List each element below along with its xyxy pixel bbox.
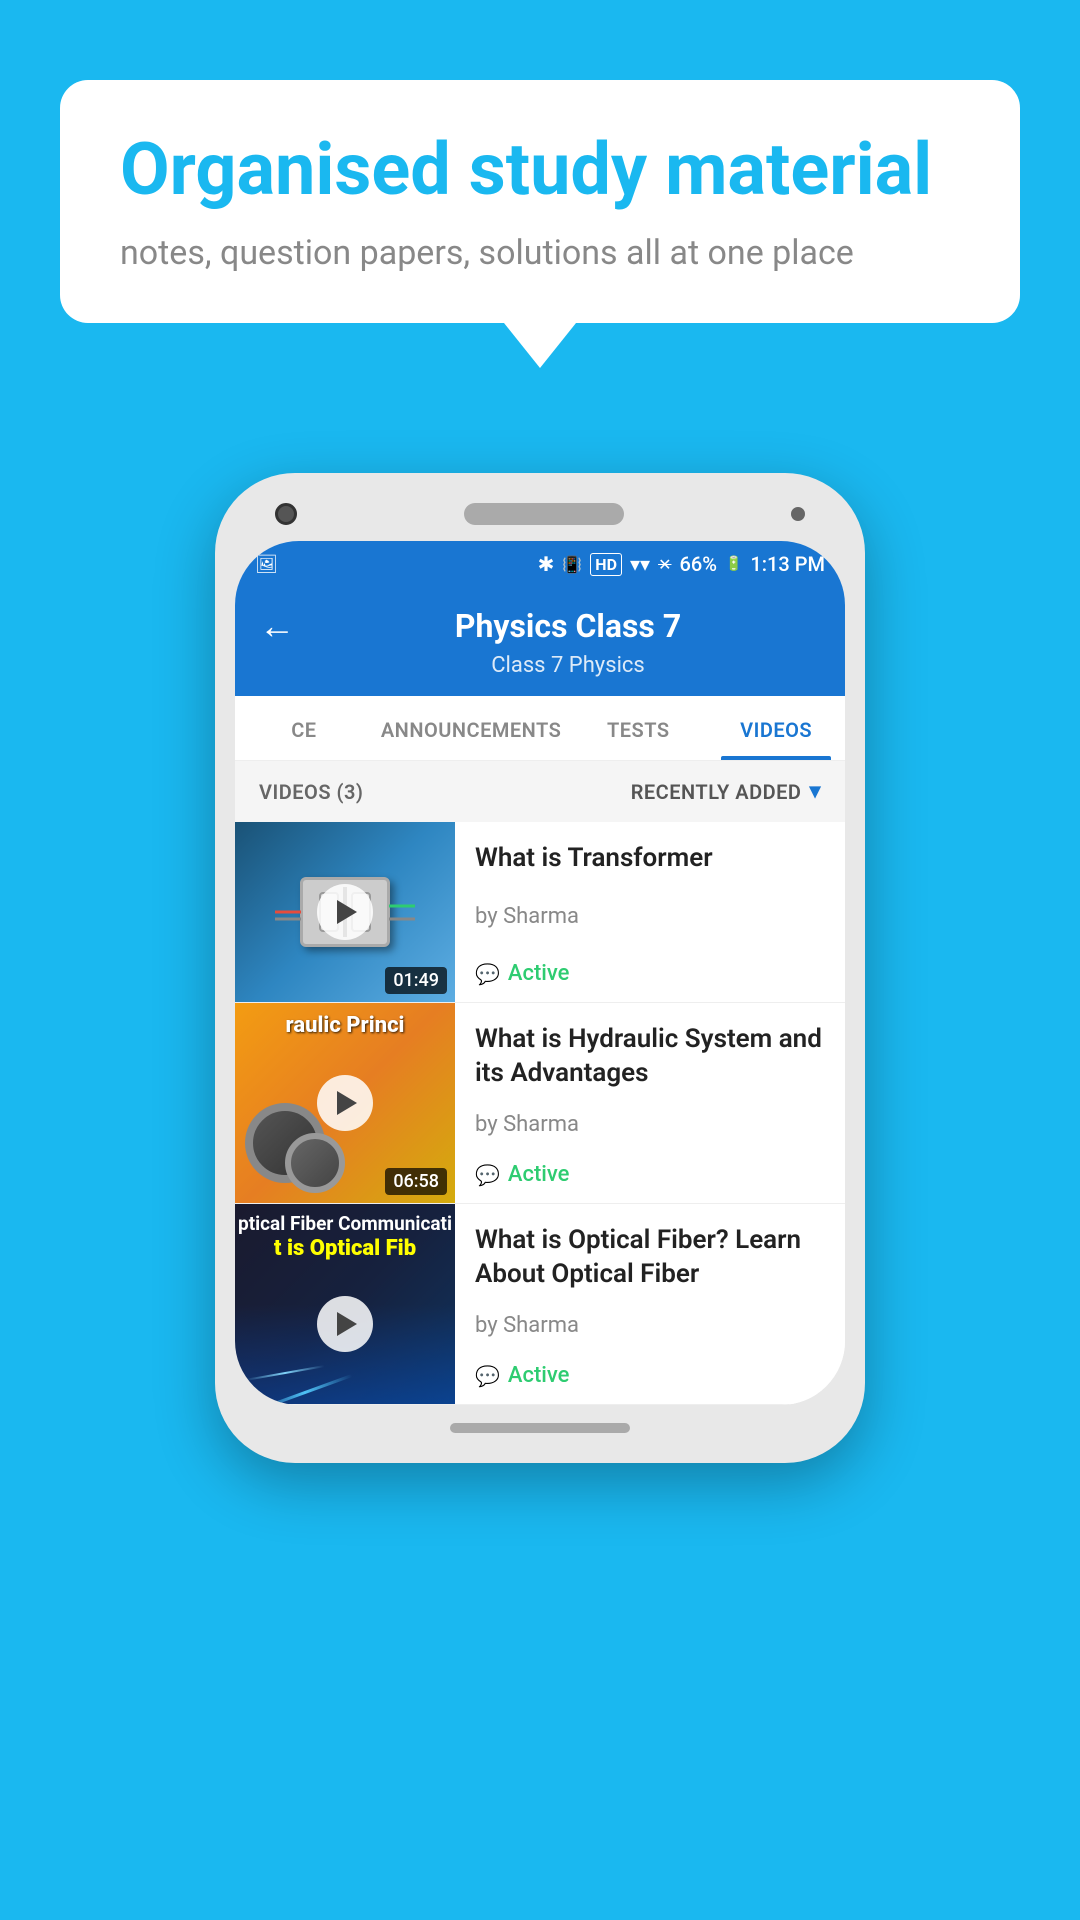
status-right-info: ✱ 📳 HD ▾▾ ✕ 66% 🔋 1:13 PM: [538, 552, 825, 576]
vibrate-icon: 📳: [562, 555, 582, 574]
sort-label: RECENTLY ADDED: [631, 780, 802, 804]
status-label-2: Active: [508, 1162, 570, 1187]
app-bar: ← Physics Class 7 Class 7 Physics: [235, 587, 845, 696]
thumb-text-optical-top: ptical Fiber Communicati: [235, 1212, 455, 1235]
phone-speaker: [464, 503, 624, 525]
chat-icon-2: 💬: [475, 1163, 500, 1187]
speech-bubble-subtitle: notes, question papers, solutions all at…: [120, 233, 960, 273]
video-author-1: by Sharma: [475, 904, 825, 929]
chat-icon-1: 💬: [475, 962, 500, 986]
status-bar: 🖼 ✱ 📳 HD ▾▾ ✕ 66% 🔋 1:13 PM: [235, 541, 845, 587]
videos-count-label: VIDEOS (3): [259, 780, 363, 804]
video-status-3: 💬 Active: [475, 1363, 825, 1388]
video-duration-2: 06:58: [385, 1168, 447, 1195]
phone-hardware-top: [235, 493, 845, 541]
app-bar-top: ← Physics Class 7: [259, 605, 821, 647]
signal-x-icon: ✕: [658, 555, 671, 574]
hd-badge: HD: [590, 553, 622, 576]
app-title: Physics Class 7: [315, 607, 821, 645]
bluetooth-icon: ✱: [538, 552, 555, 576]
battery-icon: 🔋: [725, 556, 742, 572]
videos-header: VIDEOS (3) RECENTLY ADDED ▾: [235, 761, 845, 822]
video-author-2: by Sharma: [475, 1112, 825, 1137]
video-list: 01:49 What is Transformer by Sharma 💬 Ac…: [235, 822, 845, 1405]
status-label-1: Active: [508, 961, 570, 986]
wifi-icon: ▾▾: [630, 552, 650, 576]
video-item-1[interactable]: 01:49 What is Transformer by Sharma 💬 Ac…: [235, 822, 845, 1003]
thumb-text-optical-mid: t is Optical Fib: [235, 1236, 455, 1261]
video-title-1: What is Transformer: [475, 842, 825, 876]
back-button[interactable]: ←: [259, 605, 295, 647]
chat-icon-3: 💬: [475, 1364, 500, 1388]
phone-sensor: [791, 507, 805, 521]
sort-button[interactable]: RECENTLY ADDED ▾: [631, 779, 821, 804]
phone-hardware-bottom: [235, 1405, 845, 1443]
play-button-2[interactable]: [317, 1075, 373, 1131]
status-label-3: Active: [508, 1363, 570, 1388]
video-title-3: What is Optical Fiber? Learn About Optic…: [475, 1224, 825, 1292]
speech-bubble-title: Organised study material: [120, 130, 960, 209]
video-item-2[interactable]: raulic Princi 06:58 What is: [235, 1003, 845, 1204]
chevron-down-icon: ▾: [809, 779, 821, 804]
video-item-3[interactable]: ptical Fiber Communicati t is Optical Fi…: [235, 1204, 845, 1405]
video-status-1: 💬 Active: [475, 961, 825, 986]
tab-ce[interactable]: CE: [235, 696, 373, 760]
tab-videos[interactable]: VIDEOS: [707, 696, 845, 760]
thumb-text-hydraulic: raulic Princi: [235, 1013, 455, 1038]
top-section: Organised study material notes, question…: [0, 0, 1080, 413]
video-thumbnail-2: raulic Princi 06:58: [235, 1003, 455, 1203]
phone-wrapper: 🖼 ✱ 📳 HD ▾▾ ✕ 66% 🔋 1:13 PM: [0, 413, 1080, 1463]
clock: 1:13 PM: [750, 552, 825, 576]
app-background: Organised study material notes, question…: [0, 0, 1080, 1920]
play-button-3[interactable]: [317, 1296, 373, 1352]
battery-percent: 66%: [679, 552, 716, 576]
status-left-icons: 🖼: [255, 554, 278, 575]
phone-camera: [275, 503, 297, 525]
video-info-2: What is Hydraulic System and its Advanta…: [455, 1003, 845, 1203]
tab-announcements[interactable]: ANNOUNCEMENTS: [373, 696, 570, 760]
video-author-3: by Sharma: [475, 1313, 825, 1338]
play-button-1[interactable]: [317, 884, 373, 940]
video-title-2: What is Hydraulic System and its Advanta…: [475, 1023, 825, 1091]
app-breadcrumb: Class 7 Physics: [259, 653, 821, 678]
tab-tests[interactable]: TESTS: [569, 696, 707, 760]
phone-screen: 🖼 ✱ 📳 HD ▾▾ ✕ 66% 🔋 1:13 PM: [235, 541, 845, 1405]
tab-bar: CE ANNOUNCEMENTS TESTS VIDEOS: [235, 696, 845, 761]
photo-icon: 🖼: [255, 554, 278, 575]
speech-bubble: Organised study material notes, question…: [60, 80, 1020, 323]
phone-outer: 🖼 ✱ 📳 HD ▾▾ ✕ 66% 🔋 1:13 PM: [215, 473, 865, 1463]
video-duration-1: 01:49: [385, 967, 447, 994]
video-status-2: 💬 Active: [475, 1162, 825, 1187]
phone-home-bar: [450, 1423, 630, 1433]
video-thumbnail-3: ptical Fiber Communicati t is Optical Fi…: [235, 1204, 455, 1404]
video-info-1: What is Transformer by Sharma 💬 Active: [455, 822, 845, 1002]
video-thumbnail-1: 01:49: [235, 822, 455, 1002]
video-info-3: What is Optical Fiber? Learn About Optic…: [455, 1204, 845, 1404]
